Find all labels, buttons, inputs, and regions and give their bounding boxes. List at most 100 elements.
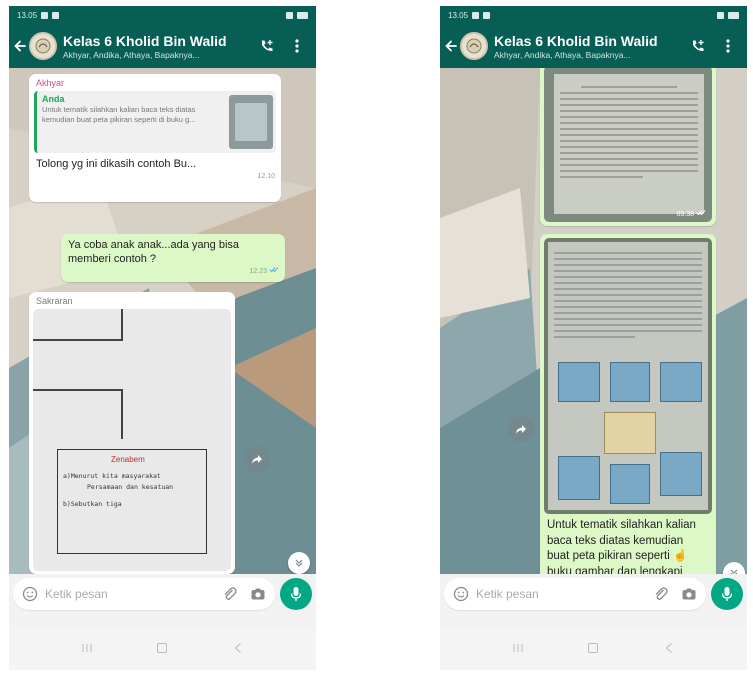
camera-icon[interactable] [678,583,700,605]
mindmap-card [558,456,600,500]
paperclip-icon[interactable] [219,583,241,605]
chat-header-info[interactable]: Kelas 6 Kholid Bin Walid Akhyar, Andika,… [494,33,681,60]
message-photo[interactable] [544,238,712,514]
message-bubble-photo-caption[interactable]: Untuk tematik silahkan kalian baca teks … [540,234,716,574]
notification-icon [483,11,491,19]
forward-button[interactable] [244,446,270,472]
caption-line: Untuk tematik silahkan kalian [547,519,696,531]
chat-title: Kelas 6 Kholid Bin Walid [494,32,658,49]
caption-line-text: buat peta pikiran seperti [547,550,670,562]
status-time: 13.05 [448,10,469,20]
signal-icon [472,11,480,19]
mindmap-card [610,362,650,402]
more-vert-icon[interactable] [715,31,741,61]
scroll-down-button[interactable] [723,562,745,574]
signal-icon [41,11,49,19]
status-time: 13.05 [17,10,38,20]
message-bubble-outgoing[interactable]: Ya coba anak anak...ada yang bisa member… [61,234,285,282]
message-input-wrapper[interactable] [13,578,275,610]
emoji-icon[interactable] [19,583,41,605]
chevron-double-down-icon [730,569,738,574]
group-logo-icon [35,38,51,54]
nav-recents-icon[interactable] [75,636,99,660]
message-time-value: 12.23 [249,268,268,275]
sender-name: Sakraran [36,296,73,306]
mindmap-card [660,362,702,402]
add-call-icon[interactable] [685,31,711,61]
nav-back-icon[interactable] [226,636,250,660]
forward-icon [252,455,262,464]
paperclip-icon[interactable] [650,583,672,605]
message-list: 09.38 Untuk tematik silahkan kalian baca… [440,68,747,574]
status-bar: 13.05 [9,6,316,24]
emoji-icon[interactable] [450,583,472,605]
chat-members: Akhyar, Andika, Athaya, Bapaknya... [494,49,631,60]
phone-screen-left: 13.05 Kelas 6 Kholid Bin Walid Akhyar, A… [9,6,316,670]
chat-header-info[interactable]: Kelas 6 Kholid Bin Walid Akhyar, Andika,… [63,33,250,60]
mindmap-card [558,362,600,402]
nav-home-icon[interactable] [150,636,174,660]
scroll-down-button[interactable] [288,552,310,574]
message-composer [13,576,312,612]
photo-handwriting-title: Zenabem [111,455,145,464]
photo-time-value: 09.38 [676,211,695,218]
message-list: Akhyar Anda Untuk tematik silahkan kalia… [9,68,316,574]
chat-header: Kelas 6 Kholid Bin Walid Akhyar, Andika,… [9,24,316,68]
mindmap-line [33,339,123,341]
message-bubble-photo[interactable]: 09.38 [540,68,716,226]
message-photo[interactable]: 09.38 [544,68,712,222]
photo-line: Persamaan dan kesatuan [87,483,174,491]
quote-thumbnail [229,95,273,149]
photo-page [548,242,708,510]
chat-area[interactable]: Akhyar Anda Untuk tematik silahkan kalia… [9,68,316,574]
mindmap-card [610,464,650,504]
group-logo-icon [466,38,482,54]
caption-line: baca teks diatas kemudian [547,534,684,547]
message-composer [444,576,743,612]
wifi-icon [286,11,293,19]
caption-line: buat peta pikiran seperti ☝ [547,549,709,565]
chat-header: Kelas 6 Kholid Bin Walid Akhyar, Andika,… [440,24,747,68]
chat-area[interactable]: 09.38 Untuk tematik silahkan kalian baca… [440,68,747,574]
group-avatar[interactable] [29,32,57,60]
arrow-left-icon[interactable] [11,24,29,68]
microphone-button[interactable] [711,578,743,610]
message-text: Ya coba anak anak...ada yang bisa member… [68,239,240,265]
message-bubble-incoming[interactable]: Akhyar Anda Untuk tematik silahkan kalia… [29,74,281,202]
camera-icon[interactable] [247,583,269,605]
message-bubble-photo[interactable]: Sakraran Zenabem a)Menurut kita masyarak… [29,292,235,574]
nav-recents-icon[interactable] [506,636,530,660]
microphone-icon [290,587,302,601]
forward-icon [516,425,526,434]
mindmap-center [604,412,656,454]
notification-icon [52,11,60,19]
system-nav-bar [9,626,316,670]
message-input-wrapper[interactable] [444,578,706,610]
message-photo[interactable]: Zenabem a)Menurut kita masyarakat Persam… [33,309,231,571]
group-avatar[interactable] [460,32,488,60]
add-call-icon[interactable] [254,31,280,61]
nav-back-icon[interactable] [657,636,681,660]
microphone-icon [721,587,733,601]
chat-title: Kelas 6 Kholid Bin Walid [63,32,227,49]
status-bar: 13.05 [440,6,747,24]
double-check-icon [696,210,706,216]
battery-icon [728,11,739,19]
message-time: 12.23 [61,266,285,278]
message-text: Tolong yg ini dikasih contoh Bu... [36,158,197,170]
arrow-left-icon[interactable] [442,24,460,68]
more-vert-icon[interactable] [284,31,310,61]
forward-button[interactable] [508,416,534,442]
nav-home-icon[interactable] [581,636,605,660]
message-input[interactable] [41,587,219,601]
mindmap-card [660,452,702,496]
photo-page [554,74,704,214]
quoted-message[interactable]: Anda Untuk tematik silahkan kalian baca … [34,91,276,153]
chat-members: Akhyar, Andika, Athaya, Bapaknya... [63,49,200,60]
phone-screen-right: 13.05 Kelas 6 Kholid Bin Walid Akhyar, A… [440,6,747,670]
system-nav-bar [440,626,747,670]
microphone-button[interactable] [280,578,312,610]
caption-line: buku gambar dan lengkapi [547,565,683,575]
wifi-icon [717,11,724,19]
message-input[interactable] [472,587,650,601]
